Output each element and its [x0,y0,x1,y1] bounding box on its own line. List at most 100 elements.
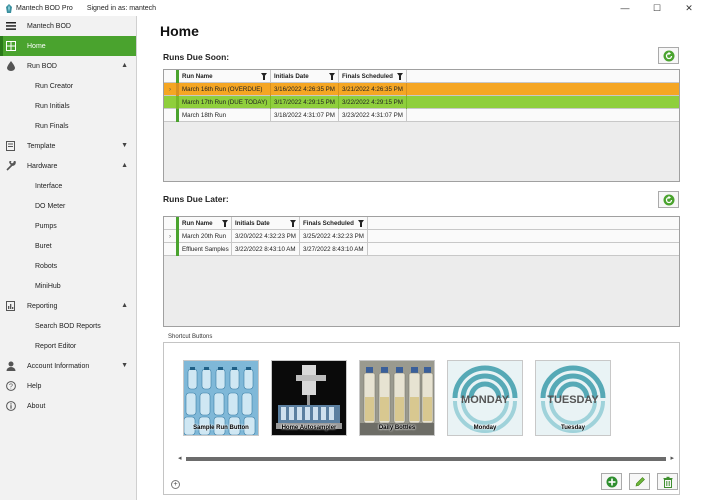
column-header-finals-scheduled[interactable]: Finals Scheduled [300,216,368,230]
sidebar-item-interface[interactable]: Interface [0,176,136,196]
filter-icon[interactable] [290,219,296,227]
sidebar-item-about[interactable]: About [0,396,136,416]
sidebar-item-run-creator[interactable]: Run Creator [0,76,136,96]
shortcut-home-autosampler[interactable]: Home Autosampler [271,360,347,436]
filter-icon[interactable] [397,72,403,80]
chevron-down-icon[interactable]: ▼ [121,362,128,369]
scroll-thumb[interactable] [186,457,666,461]
finals-scheduled-cell[interactable]: 3/27/2022 8:43:10 AM [300,242,368,256]
run-name-cell[interactable]: March 20th Run [179,229,232,243]
signed-in-label: Signed in as: mantech [86,4,157,12]
shortcut-label: Tuesday [561,425,585,431]
column-header-initials-date[interactable]: Initials Date [271,69,339,83]
shortcut-tuesday[interactable]: TUESDAY Tuesday [535,360,611,436]
table-row[interactable]: March 18th Run 3/18/2022 4:31:07 PM 3/23… [164,108,679,122]
sidebar-item-robots[interactable]: Robots [0,256,136,276]
run-name-cell[interactable]: March 16th Run (OVERDUE) [179,82,271,96]
chevron-up-icon[interactable]: ▲ [121,162,128,169]
swirl-overlay-text: TUESDAY [547,394,599,406]
sidebar-item-search-bod-reports[interactable]: Search BOD Reports [0,316,136,336]
sidebar-item-label: About [27,402,46,410]
refresh-later-button[interactable] [658,191,679,208]
scroll-right-icon[interactable]: ▸ [670,454,674,462]
finals-scheduled-cell[interactable]: 3/22/2022 4:29:15 PM [339,95,407,109]
sidebar-item-run-initials[interactable]: Run Initials [0,96,136,116]
column-header-run-name[interactable]: Run Name [179,69,271,83]
shortcut-daily-bottles[interactable]: Daily Bottles [359,360,435,436]
runs-due-later-title: Runs Due Later: [163,194,229,204]
grid-header-row: Run Name Initials Date Finals Scheduled [164,69,679,83]
shortcut-buttons-legend: Shortcut Buttons [166,334,215,340]
app-logo-icon [6,3,12,13]
shortcut-label: Home Autosampler [281,425,337,431]
finals-scheduled-cell[interactable]: 3/25/2022 4:32:23 PM [300,229,368,243]
sidebar-app-name: Mantech BOD [27,22,71,30]
column-header-run-name[interactable]: Run Name [179,216,232,230]
table-row[interactable]: › March 16th Run (OVERDUE) 3/16/2022 4:2… [164,82,679,96]
add-shortcut-button[interactable] [601,473,622,490]
table-row[interactable]: › March 20th Run 3/20/2022 4:32:23 PM 3/… [164,229,679,243]
table-row[interactable]: March 17th Run (DUE TODAY) 3/17/2022 4:2… [164,95,679,109]
row-pointer-icon: › [164,82,179,96]
autosampler-image [272,361,346,435]
initials-date-cell[interactable]: 3/20/2022 4:32:23 PM [232,229,300,243]
run-name-cell[interactable]: March 17th Run (DUE TODAY) [179,95,271,109]
initials-date-cell[interactable]: 3/22/2022 8:43:10 AM [232,242,300,256]
filter-icon[interactable] [222,219,228,227]
sidebar-item-run-finals[interactable]: Run Finals [0,116,136,136]
sidebar-item-template[interactable]: Template ▼ [0,136,136,156]
shortcut-scrollbar[interactable]: ◂ ▸ [178,454,674,463]
initials-date-cell[interactable]: 3/18/2022 4:31:07 PM [271,108,339,122]
column-label: Finals Scheduled [303,219,354,227]
minimize-button[interactable]: — [609,0,641,16]
filter-icon[interactable] [329,72,335,80]
initials-date-cell[interactable]: 3/16/2022 4:26:35 PM [271,82,339,96]
initials-date-cell[interactable]: 3/17/2022 4:29:15 PM [271,95,339,109]
sidebar-item-help[interactable]: ? Help [0,376,136,396]
hamburger-menu-icon[interactable] [0,16,22,36]
sidebar-item-buret[interactable]: Buret [0,236,136,256]
shortcut-monday[interactable]: MONDAY Monday [447,360,523,436]
refresh-icon [663,194,674,205]
column-label: Run Name [182,219,213,227]
sidebar-item-report-editor[interactable]: Report Editor [0,336,136,356]
column-header-initials-date[interactable]: Initials Date [232,216,300,230]
finals-scheduled-cell[interactable]: 3/23/2022 4:31:07 PM [339,108,407,122]
sidebar-item-run-bod[interactable]: Run BOD ▲ [0,56,136,76]
maximize-button[interactable]: ☐ [641,0,673,16]
edit-shortcut-button[interactable] [629,473,650,490]
grid-header-row: Run Name Initials Date Finals Scheduled [164,216,679,230]
chevron-up-icon[interactable]: ▲ [121,302,128,309]
shortcut-sample-run-button[interactable]: Sample Run Button [183,360,259,436]
delete-shortcut-button[interactable] [657,473,678,490]
chevron-down-icon[interactable]: ▼ [121,142,128,149]
refresh-soon-button[interactable] [658,47,679,64]
run-name-cell[interactable]: March 18th Run [179,108,271,122]
sidebar-item-label: Home [27,42,46,50]
run-name-cell[interactable]: Effluent Samples [179,242,232,256]
report-icon [5,301,16,312]
table-row[interactable]: Effluent Samples 3/22/2022 8:43:10 AM 3/… [164,242,679,256]
sidebar: Mantech BOD Home Run BOD ▲ Run Creator R… [0,16,137,500]
sidebar-item-pumps[interactable]: Pumps [0,216,136,236]
column-header-finals-scheduled[interactable]: Finals Scheduled [339,69,407,83]
sidebar-item-do-meter[interactable]: DO Meter [0,196,136,216]
chevron-up-icon[interactable]: ▲ [121,62,128,69]
filter-icon[interactable] [261,72,267,80]
sidebar-item-account-information[interactable]: Account Information ▼ [0,356,136,376]
trash-icon [663,476,672,488]
pencil-icon [635,476,645,486]
finals-scheduled-cell[interactable]: 3/21/2022 4:26:35 PM [339,82,407,96]
bottle-row-image [360,361,434,435]
filter-icon[interactable] [358,219,364,227]
sidebar-item-hardware[interactable]: Hardware ▲ [0,156,136,176]
sidebar-item-minihub[interactable]: MiniHub [0,276,136,296]
sidebar-item-reporting[interactable]: Reporting ▲ [0,296,136,316]
swirl-overlay-text: MONDAY [461,394,510,406]
add-shortcut-small-button[interactable]: + [171,480,180,489]
app-title: Mantech BOD Pro [16,4,73,12]
shortcut-label: Daily Bottles [378,425,416,431]
sidebar-item-home[interactable]: Home [0,36,136,56]
close-button[interactable]: ✕ [673,0,705,16]
scroll-left-icon[interactable]: ◂ [178,454,182,462]
